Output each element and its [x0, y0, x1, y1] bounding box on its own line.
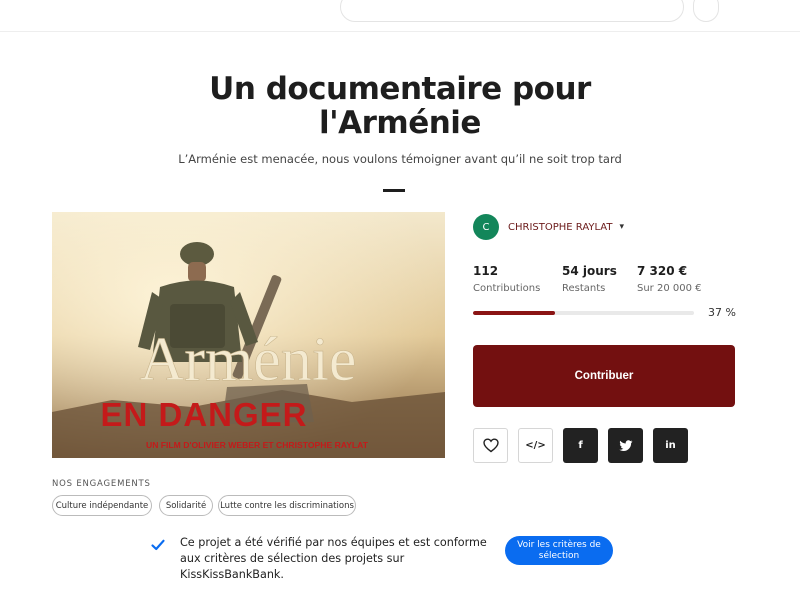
code-icon: </>	[525, 440, 546, 451]
title-divider	[383, 189, 405, 192]
view-criteria-button[interactable]: Voir les critères de sélection	[505, 536, 613, 565]
linkedin-icon: in	[665, 440, 676, 451]
stat-value: 54 jours	[562, 264, 617, 278]
stat-contributions: 112 Contributions	[473, 264, 540, 294]
facebook-share-button[interactable]: f	[563, 428, 598, 463]
contribute-button[interactable]: Contribuer	[473, 345, 735, 407]
stat-value: 7 320 €	[637, 264, 688, 278]
author-name[interactable]: CHRISTOPHE RAYLAT	[508, 222, 612, 233]
tag-item[interactable]: Culture indépendante	[52, 495, 152, 516]
funding-percent: 37 %	[708, 306, 736, 319]
tag-item[interactable]: Lutte contre les discriminations	[218, 495, 356, 516]
project-stats: 112 Contributions 54 jours Restants 7 32…	[473, 264, 743, 296]
top-navigation-bar	[0, 0, 800, 32]
funding-progress-bar	[473, 311, 694, 315]
linkedin-share-button[interactable]: in	[653, 428, 688, 463]
embed-button[interactable]: </>	[518, 428, 553, 463]
heart-icon	[482, 438, 499, 453]
project-author[interactable]: C CHRISTOPHE RAYLAT ▾	[473, 214, 624, 240]
stat-value: 112	[473, 264, 499, 278]
project-hero-image[interactable]: Arménie EN DANGER UN FILM D'OLIVIER WEBE…	[52, 212, 445, 458]
twitter-share-button[interactable]	[608, 428, 643, 463]
verification-notice: Ce projet a été vérifié par nos équipes …	[180, 536, 487, 581]
stat-label: Restants	[562, 283, 606, 294]
chevron-down-icon[interactable]: ▾	[619, 222, 624, 232]
author-avatar: C	[473, 214, 499, 240]
stat-label: Sur 20 000 €	[637, 283, 702, 294]
hero-subtitle-text: EN DANGER	[100, 396, 307, 433]
stat-label: Contributions	[473, 283, 541, 294]
page-title: Un documentaire pour l'Arménie	[209, 71, 591, 141]
check-icon	[151, 539, 165, 551]
tag-item[interactable]: Solidarité	[159, 495, 213, 516]
twitter-icon	[618, 439, 632, 451]
facebook-icon: f	[578, 440, 583, 451]
search-field[interactable]	[340, 0, 684, 22]
stat-amount-raised: 7 320 € Sur 20 000 €	[637, 264, 702, 294]
funding-progress-fill	[473, 311, 555, 315]
favorite-button[interactable]	[473, 428, 508, 463]
stat-days-left: 54 jours Restants	[562, 264, 617, 294]
user-menu-button[interactable]	[693, 0, 719, 22]
page-subtitle: L’Arménie est menacée, nous voulons témo…	[178, 152, 622, 166]
hero-credit-text: UN FILM D'OLIVIER WEBER ET CHRISTOPHE RA…	[146, 440, 369, 450]
engagements-heading: NOS ENGAGEMENTS	[52, 479, 151, 489]
hero-title-text: Arménie	[140, 326, 357, 394]
